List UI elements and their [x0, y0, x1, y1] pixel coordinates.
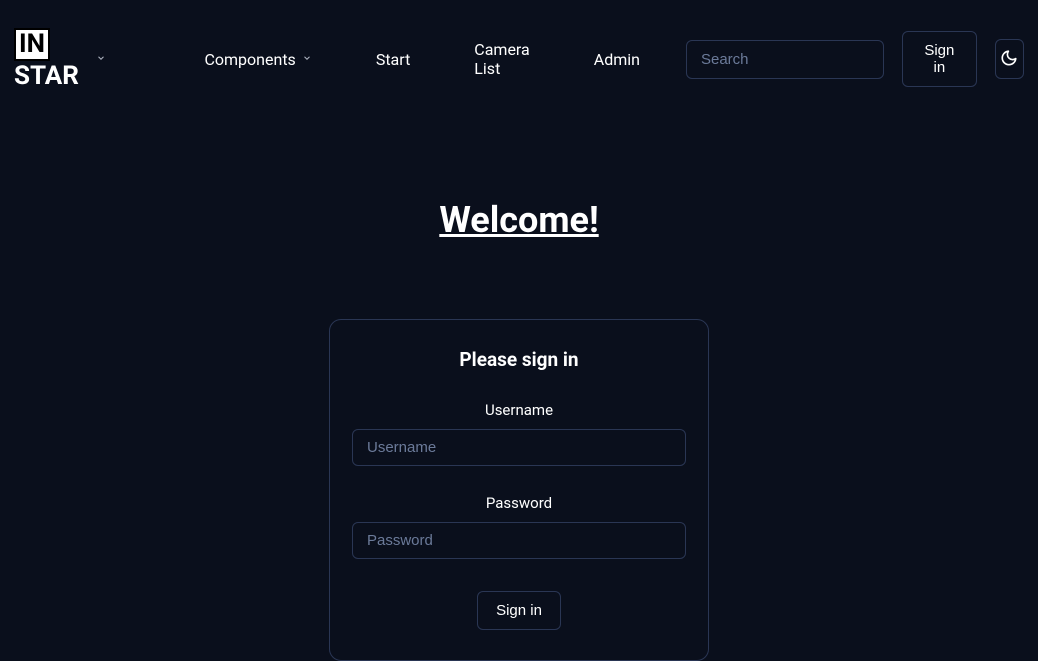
nav-label: Start: [376, 50, 410, 69]
password-group: Password: [352, 494, 686, 559]
signin-submit-button[interactable]: Sign in: [477, 591, 561, 630]
theme-toggle-button[interactable]: [995, 39, 1024, 79]
main: Welcome! Please sign in Username Passwor…: [0, 119, 1038, 661]
header: INSTAR Components Start Camera List Admi…: [0, 0, 1038, 119]
username-group: Username: [352, 401, 686, 466]
header-right: Sign in: [686, 31, 1024, 87]
username-field[interactable]: [352, 429, 686, 466]
logo[interactable]: INSTAR: [14, 28, 106, 91]
signin-button-header[interactable]: Sign in: [902, 31, 977, 87]
logo-text: INSTAR: [14, 28, 86, 91]
search-input[interactable]: [686, 40, 884, 79]
moon-icon: [1000, 49, 1018, 70]
username-label: Username: [485, 401, 553, 419]
password-field[interactable]: [352, 522, 686, 559]
nav-admin[interactable]: Admin: [562, 42, 672, 77]
signin-title: Please sign in: [459, 348, 578, 371]
page-title: Welcome!: [439, 199, 598, 241]
nav-camera-list[interactable]: Camera List: [442, 32, 561, 86]
nav-start[interactable]: Start: [344, 42, 442, 77]
chevron-down-icon: [96, 51, 106, 67]
chevron-down-icon: [302, 53, 312, 66]
nav-components[interactable]: Components: [172, 42, 343, 77]
signin-card: Please sign in Username Password Sign in: [329, 319, 709, 661]
nav-label: Camera List: [474, 40, 529, 78]
password-label: Password: [486, 494, 552, 512]
nav-label: Components: [204, 50, 295, 69]
nav: Components Start Camera List Admin: [172, 32, 671, 86]
nav-label: Admin: [594, 50, 640, 69]
